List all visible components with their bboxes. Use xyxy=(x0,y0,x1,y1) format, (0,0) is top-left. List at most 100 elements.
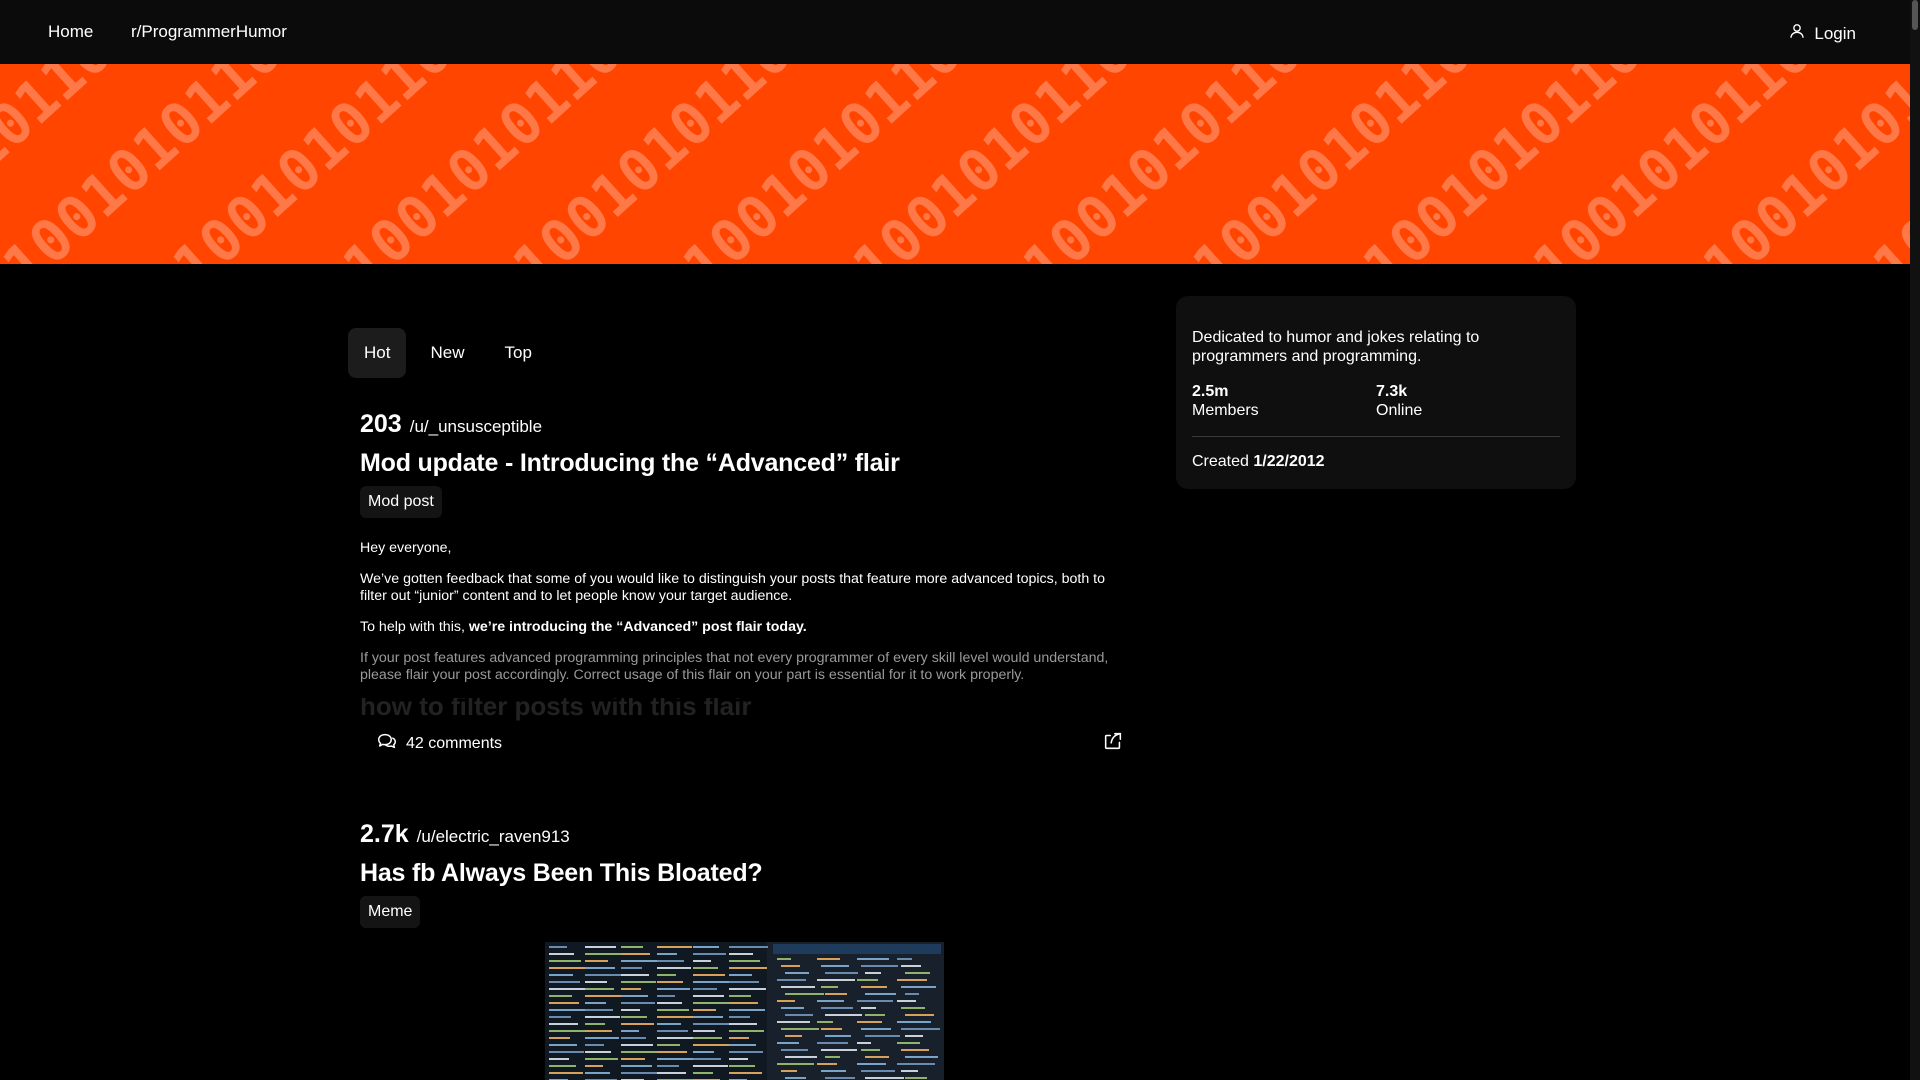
members-label: Members xyxy=(1192,402,1259,419)
login-button[interactable]: Login xyxy=(1788,22,1856,45)
code-line-segment xyxy=(585,1051,611,1053)
code-line-segment xyxy=(621,1065,652,1067)
post-author[interactable]: /u/electric_raven913 xyxy=(417,827,570,847)
code-line-segment xyxy=(549,1037,570,1039)
code-line-segment xyxy=(549,1023,578,1025)
post-title[interactable]: Mod update - Introducing the “Advanced” … xyxy=(360,449,1124,478)
code-line-segment xyxy=(549,1016,571,1018)
code-line-segment xyxy=(781,1007,804,1009)
code-line-segment xyxy=(857,979,878,981)
code-line-segment xyxy=(861,986,887,988)
code-line-segment xyxy=(897,1021,931,1023)
code-line-segment xyxy=(825,1035,851,1037)
code-line-segment xyxy=(585,974,622,976)
comments-button[interactable]: 42 comments xyxy=(376,730,502,757)
code-line-segment xyxy=(657,946,692,948)
code-line-segment xyxy=(585,981,607,983)
page-scrollbar[interactable] xyxy=(1910,0,1920,1080)
code-line-segment xyxy=(585,1009,613,1011)
online-stat: 7.3k Online xyxy=(1376,382,1560,420)
code-line-segment xyxy=(549,960,581,962)
code-line-segment xyxy=(781,1049,808,1051)
code-line-segment xyxy=(901,965,921,967)
code-line-segment xyxy=(621,981,656,983)
share-button[interactable] xyxy=(1102,730,1124,757)
code-line-segment xyxy=(785,1035,802,1037)
code-line-segment xyxy=(905,972,930,974)
code-line-segment xyxy=(693,1009,716,1011)
code-line-segment xyxy=(897,1042,920,1044)
code-line-segment xyxy=(693,1051,714,1053)
code-line-segment xyxy=(905,1035,923,1037)
code-line-segment xyxy=(861,1007,876,1009)
code-line-segment xyxy=(905,1077,927,1079)
code-line-segment xyxy=(857,1042,871,1044)
code-line-segment xyxy=(585,1072,610,1074)
code-line-segment xyxy=(621,1051,660,1053)
tab-top[interactable]: Top xyxy=(488,328,547,378)
code-line-segment xyxy=(865,1035,900,1037)
code-line-segment xyxy=(777,979,806,981)
post-image[interactable] xyxy=(545,942,944,1080)
code-line-segment xyxy=(621,953,650,955)
code-line-segment xyxy=(657,1065,679,1067)
code-line-segment xyxy=(621,1072,659,1074)
code-line-segment xyxy=(657,1016,696,1018)
code-line-segment xyxy=(621,1002,655,1004)
created-date: Created 1/22/2012 xyxy=(1192,453,1560,471)
code-line-segment xyxy=(825,972,858,974)
code-line-segment xyxy=(585,1044,604,1046)
code-line-segment xyxy=(781,965,800,967)
code-line-segment xyxy=(549,1058,569,1060)
code-line-segment xyxy=(621,946,643,948)
post-author[interactable]: /u/_unsusceptible xyxy=(410,417,542,437)
code-line-segment xyxy=(821,965,849,967)
binary-pattern: 0100101011010010110100101101001011010010… xyxy=(0,64,1920,264)
code-line-segment xyxy=(657,1009,689,1011)
code-line-segment xyxy=(585,960,608,962)
code-line-segment xyxy=(657,1023,681,1025)
online-count: 7.3k xyxy=(1376,383,1408,400)
code-line-segment xyxy=(621,1044,653,1046)
tab-hot[interactable]: Hot xyxy=(348,328,407,378)
post-title[interactable]: Has fb Always Been This Bloated? xyxy=(360,859,1124,888)
nav-subreddit-link[interactable]: r/ProgrammerHumor xyxy=(131,22,287,42)
code-line-segment xyxy=(585,995,621,997)
code-line-segment xyxy=(549,1002,579,1004)
code-line-segment xyxy=(897,1000,916,1002)
code-line-segment xyxy=(901,986,936,988)
code-line-segment xyxy=(785,1014,813,1016)
code-line-segment xyxy=(729,1037,749,1039)
post-body-heading: how to filter posts with this flair xyxy=(360,698,752,721)
code-line-segment xyxy=(657,981,683,983)
code-line-segment xyxy=(693,1065,728,1067)
code-line-segment xyxy=(817,1000,844,1002)
code-line-segment xyxy=(781,986,815,988)
code-line-segment xyxy=(729,1058,748,1060)
code-line-segment xyxy=(585,1065,603,1067)
code-line-segment xyxy=(817,958,840,960)
code-line-segment xyxy=(781,1028,819,1030)
code-screenshot-image xyxy=(545,942,944,1080)
scrollbar-thumb[interactable] xyxy=(1912,0,1918,30)
code-line-segment xyxy=(901,1070,918,1072)
code-line-segment xyxy=(621,1023,654,1025)
tab-new[interactable]: New xyxy=(414,328,480,378)
comments-count: 42 comments xyxy=(406,734,503,752)
code-line-segment xyxy=(657,1072,686,1074)
code-line-segment xyxy=(621,967,642,969)
code-line-segment xyxy=(861,1028,891,1030)
user-icon xyxy=(1788,22,1806,45)
code-line-segment xyxy=(585,967,615,969)
code-line-segment xyxy=(861,1049,880,1051)
code-line-segment xyxy=(657,960,684,962)
nav-home-link[interactable]: Home xyxy=(48,22,93,42)
code-line-segment xyxy=(905,1056,938,1058)
code-line-segment xyxy=(777,958,791,960)
code-line-segment xyxy=(857,1000,893,1002)
post-score: 203 xyxy=(360,410,402,438)
code-line-segment xyxy=(729,981,759,983)
code-line-segment xyxy=(585,953,623,955)
code-line-segment xyxy=(549,981,580,983)
code-line-segment xyxy=(825,993,847,995)
